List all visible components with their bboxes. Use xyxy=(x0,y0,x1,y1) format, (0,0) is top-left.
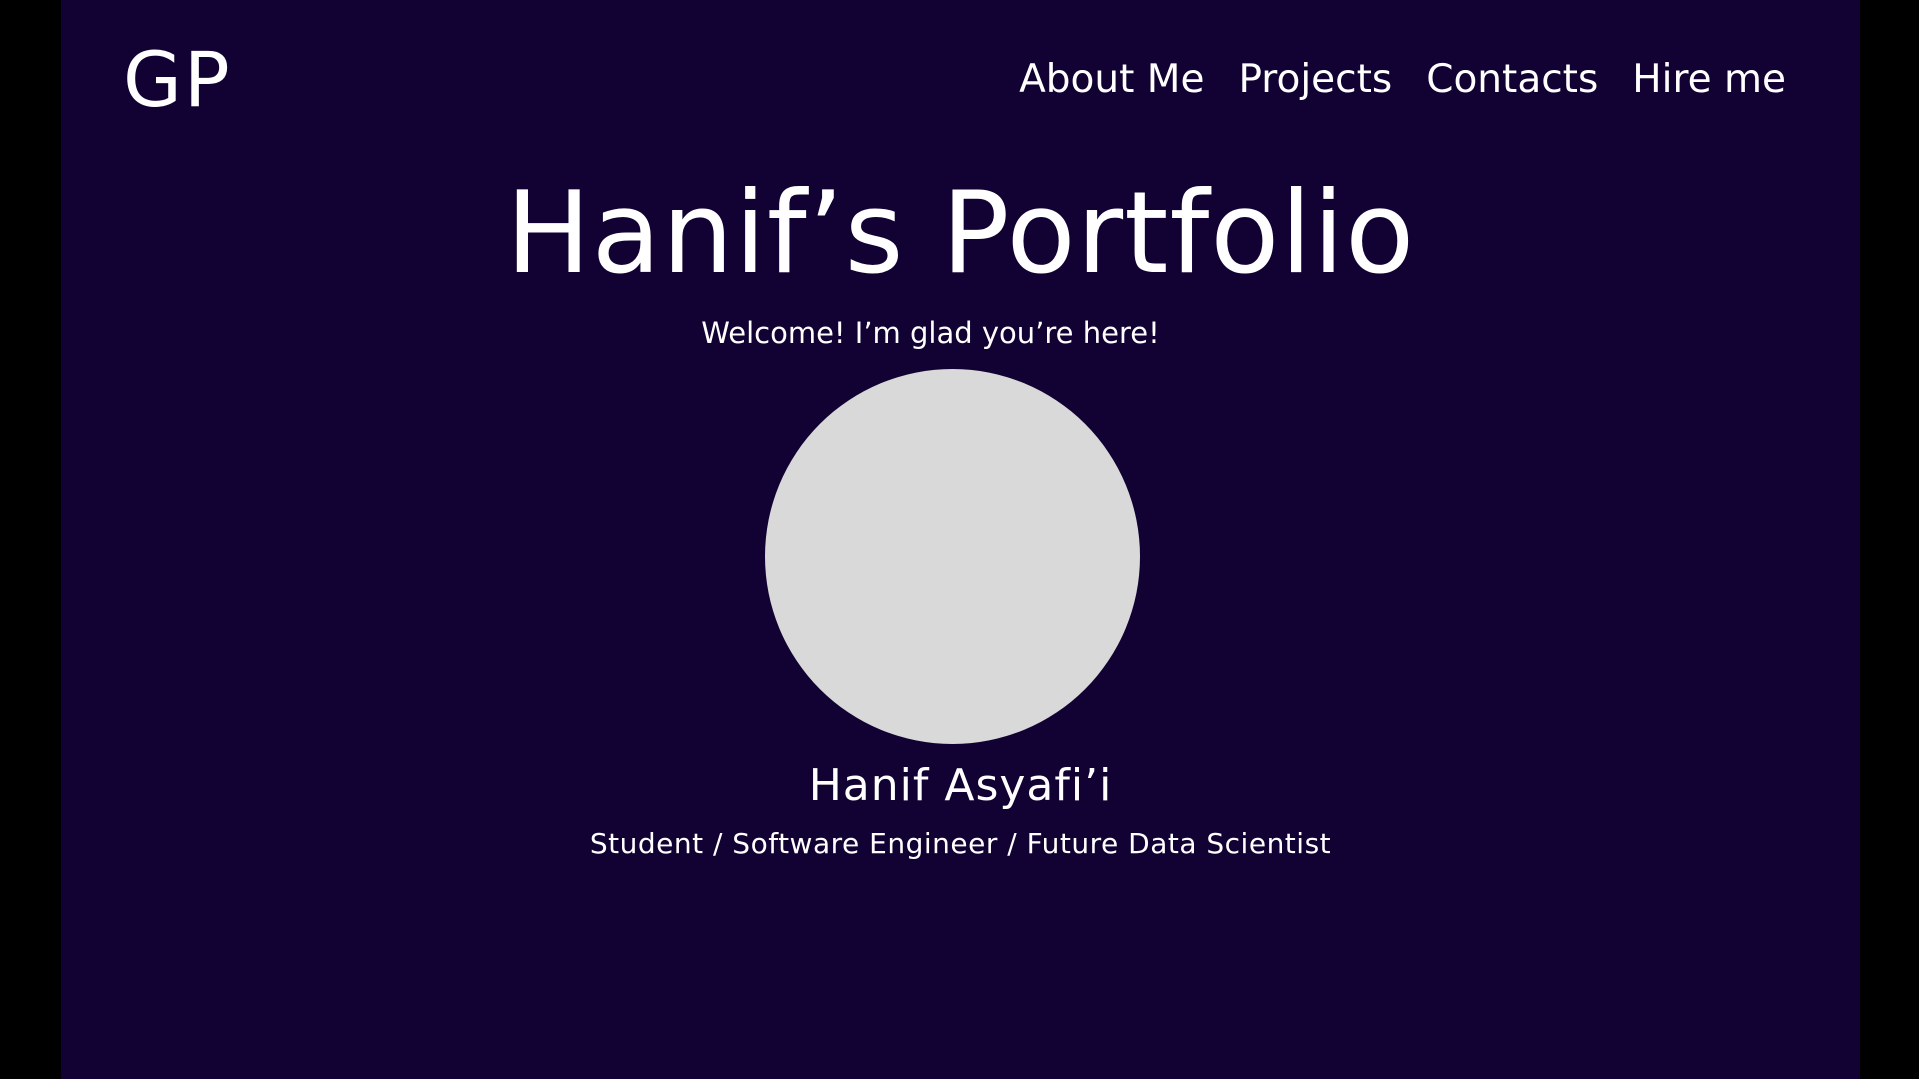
profile-roles: Student / Software Engineer / Future Dat… xyxy=(589,827,1332,860)
profile-name: Hanif Asyafi’i xyxy=(808,760,1113,811)
page-frame: GP About Me Projects Contacts Hire me Ha… xyxy=(61,0,1860,1079)
nav-about-me[interactable]: About Me xyxy=(1019,56,1204,104)
page-title: Hanif’s Portfolio xyxy=(505,167,1416,299)
welcome-text: Welcome! I’m glad you’re here! xyxy=(701,316,1160,350)
nav-contacts[interactable]: Contacts xyxy=(1426,56,1598,104)
nav-hire-me[interactable]: Hire me xyxy=(1632,56,1786,104)
nav-projects[interactable]: Projects xyxy=(1238,56,1392,104)
avatar xyxy=(765,369,1140,744)
main-nav: About Me Projects Contacts Hire me xyxy=(1019,56,1786,104)
site-logo[interactable]: GP xyxy=(123,40,232,120)
